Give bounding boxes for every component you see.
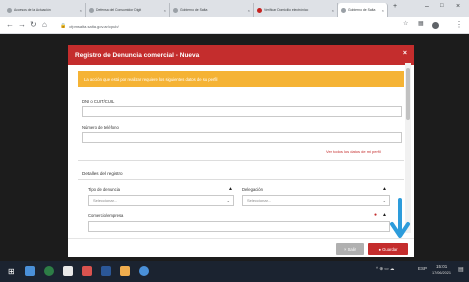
close-tab-icon[interactable]: × (330, 8, 334, 13)
tab-label: Gobierno de Salta (180, 8, 208, 12)
extension-icon[interactable]: ▦ (418, 20, 424, 27)
tab-favicon-icon (89, 7, 94, 13)
required-icon: ▲ (382, 186, 387, 192)
url-text: cfpmsalta.salta.gov.ar/cpub/ (69, 23, 119, 29)
reload-icon[interactable]: ↻ (30, 20, 37, 29)
modal-footer: × Salir ● Guardar (68, 238, 414, 257)
browser-tab-active[interactable]: Gobierno de Salta × (338, 3, 388, 17)
tab-favicon-icon (341, 7, 346, 13)
modal-scrollbar-thumb[interactable] (406, 68, 410, 120)
tab-favicon-icon (7, 7, 12, 13)
annotation-arrow-icon (390, 198, 410, 238)
modal-header: Registro de Denuncia comercial - Nueva × (68, 45, 414, 65)
maximize-icon[interactable]: □ (440, 3, 444, 9)
search-icon[interactable] (25, 266, 35, 276)
taskbar: ⊞ ^ ⊕ ▭ ☁ ESP 15:01 17/06/2021 ▤ (0, 261, 469, 282)
profile-avatar-icon[interactable] (432, 22, 439, 29)
section-title: Detalles del registro (82, 171, 123, 176)
cancel-button[interactable]: × Salir (336, 243, 364, 255)
required-icon: ▲ (382, 212, 387, 218)
tipo-value: Seleccionar... (93, 198, 118, 203)
store-icon[interactable] (63, 266, 73, 276)
comercio-field[interactable] (88, 221, 390, 232)
close-modal-button[interactable]: × (403, 50, 407, 57)
modal-title: Registro de Denuncia comercial - Nueva (75, 51, 200, 59)
tray-icons[interactable]: ^ ⊕ ▭ ☁ (376, 266, 394, 272)
save-button[interactable]: ● Guardar (368, 243, 408, 255)
tipo-label: Tipo de denuncia (88, 187, 120, 192)
comercio-label: Comercio/empresa (88, 213, 124, 218)
notification-icon[interactable]: ▤ (458, 266, 464, 273)
tab-favicon-icon (173, 7, 178, 13)
delegacion-select[interactable]: Seleccionar... ⌄ (242, 195, 390, 206)
error-icon: ● (374, 212, 378, 218)
tab-label: Defensa del Consumidor Digit (96, 8, 142, 12)
browser-tab[interactable]: Accesos de la Actuación × (4, 3, 86, 17)
star-icon[interactable]: ☆ (403, 20, 408, 27)
delegacion-label: Delegación (242, 187, 263, 192)
phone-field[interactable] (82, 132, 402, 143)
forward-icon[interactable]: → (18, 20, 26, 29)
tab-label: Verificar Domicilio electrónico (264, 8, 309, 12)
required-icon: ▲ (228, 186, 233, 192)
tab-label: Accesos de la Actuación (14, 8, 51, 12)
browser-tab[interactable]: Gobierno de Salta × (170, 3, 254, 17)
chevron-down-icon: ⌄ (226, 198, 230, 203)
tipo-select[interactable]: Seleccionar... ⌄ (88, 195, 234, 206)
alert-text: La acción que está por realizar requiere… (84, 76, 218, 82)
browser-tab[interactable]: Verificar Domicilio electrónico × (254, 3, 338, 17)
clock-time[interactable]: 15:01 (436, 264, 447, 269)
folder-icon[interactable] (120, 266, 130, 276)
denuncia-modal: Registro de Denuncia comercial - Nueva ×… (68, 45, 414, 257)
close-tab-icon[interactable]: × (162, 8, 166, 13)
close-tab-icon[interactable]: × (246, 8, 250, 13)
browser-tab[interactable]: Defensa del Consumidor Digit × (86, 3, 170, 17)
new-tab-button[interactable]: + (393, 3, 397, 10)
word-icon[interactable] (101, 266, 111, 276)
divider (78, 160, 404, 161)
profile-link[interactable]: Ver todos los datos de mi perfil (326, 149, 381, 154)
save-label: ● Guardar (378, 246, 398, 252)
browser-icon[interactable] (139, 266, 149, 276)
minimize-icon[interactable]: – (425, 3, 429, 10)
app-icon[interactable] (82, 266, 92, 276)
clock-date[interactable]: 17/06/2021 (432, 271, 451, 275)
address-bar: ← → ↻ ⌂ 🔒 cfpmsalta.salta.gov.ar/cpub/ ☆… (0, 17, 469, 34)
chrome-icon[interactable] (44, 266, 54, 276)
dni-label: DNI o CUIT/CUIL (82, 99, 115, 104)
browser-tab-bar: Accesos de la Actuación × Defensa del Co… (0, 0, 469, 17)
delegacion-value: Seleccionar... (247, 198, 272, 203)
close-tab-icon[interactable]: × (78, 8, 82, 13)
tab-label: Gobierno de Salta (348, 8, 376, 12)
menu-dots-icon[interactable]: ⋮ (455, 20, 463, 29)
close-window-icon[interactable]: × (456, 3, 460, 10)
close-tab-icon[interactable]: × (380, 8, 384, 13)
back-icon[interactable]: ← (6, 20, 14, 29)
lock-icon: 🔒 (60, 23, 67, 29)
chevron-down-icon: ⌄ (382, 198, 386, 203)
dni-field[interactable] (82, 106, 402, 117)
phone-label: Número de teléfono (82, 125, 119, 130)
url-field[interactable]: 🔒 cfpmsalta.salta.gov.ar/cpub/ (60, 21, 370, 31)
gmail-icon (257, 7, 262, 13)
windows-start-icon[interactable]: ⊞ (8, 267, 15, 276)
profile-alert: La acción que está por realizar requiere… (78, 71, 404, 87)
cancel-label: × Salir (344, 246, 356, 252)
language-indicator[interactable]: ESP (418, 266, 427, 271)
home-icon[interactable]: ⌂ (42, 20, 47, 29)
divider (78, 179, 404, 180)
